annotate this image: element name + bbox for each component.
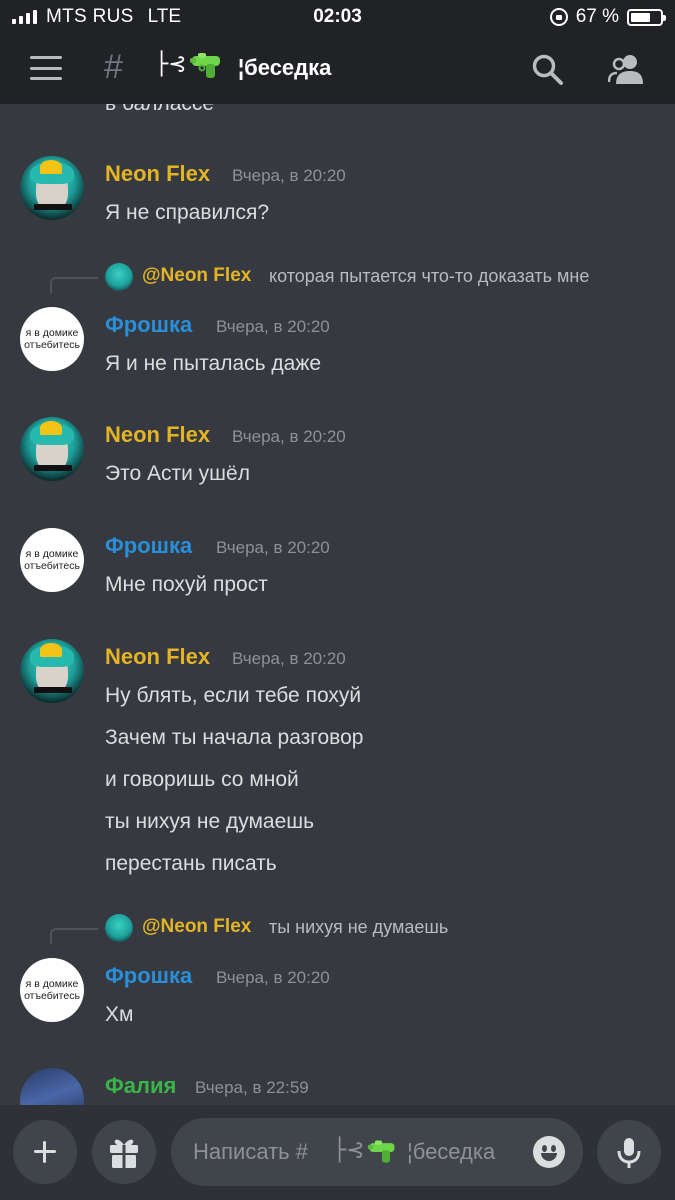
message-timestamp: Вчера, в 20:20 [232, 166, 346, 185]
input-placeholder: Написать # [193, 1139, 308, 1164]
channel-name: ¦беседка [238, 55, 332, 80]
hamburger-menu-icon[interactable] [30, 56, 62, 80]
message-text: Я не справился? [105, 201, 270, 224]
avatar-text: отъебитесь [24, 339, 80, 351]
input-placeholder-prefix: ├⊰ [333, 1138, 365, 1163]
reply-preview[interactable]: @Neon Flex ты нихуя не думаешь [0, 914, 675, 944]
message-text: Мне похуй прост [105, 573, 268, 596]
battery-icon [627, 8, 666, 26]
reply-spine [50, 928, 98, 944]
avatar[interactable] [20, 156, 84, 220]
members-icon[interactable] [608, 52, 644, 86]
reply-text: ты нихуя не думаешь [269, 917, 449, 937]
status-bar: MTS RUS LTE 02:03 67 % [0, 0, 675, 34]
battery-percent: 67 % [575, 6, 619, 27]
message-text: Хм [105, 1003, 134, 1026]
microphone-icon[interactable] [597, 1120, 661, 1184]
message-timestamp: Вчера, в 20:20 [232, 427, 346, 446]
message-list[interactable]: в баллассе Neon Flex Вчера, в 20:20 Я не… [0, 104, 675, 1105]
avatar[interactable] [20, 417, 84, 481]
message-author[interactable]: Фалия [105, 1073, 176, 1099]
water-pistol-icon [190, 53, 220, 78]
channel-prefix: ├⊰ [155, 52, 187, 77]
emoji-icon[interactable] [533, 1136, 565, 1168]
water-pistol-icon [367, 1140, 395, 1163]
reply-mention[interactable]: @Neon Flex [142, 916, 251, 938]
avatar[interactable] [20, 1068, 84, 1105]
message-author[interactable]: Neon Flex [105, 161, 210, 187]
message-timestamp: Вчера, в 20:20 [232, 649, 346, 668]
avatar[interactable]: я в домике отъебитесь [20, 528, 84, 592]
channel-header: # ├⊰ ¦беседка [0, 34, 675, 104]
message-text: Это Асти ушёл [105, 462, 250, 485]
reply-preview[interactable]: @Neon Flex которая пытается что-то доказ… [0, 263, 675, 293]
avatar[interactable] [20, 639, 84, 703]
avatar-text: я в домике [25, 978, 79, 990]
channel-hash-icon: # [104, 48, 123, 86]
avatar-text: отъебитесь [24, 990, 80, 1002]
message-input[interactable]: Написать # ├⊰ ¦беседка [171, 1118, 583, 1186]
message-text: Я и не пыталась даже [105, 352, 322, 375]
message-text: Ну блять, если тебе похуй [105, 684, 362, 707]
plus-icon[interactable] [13, 1120, 77, 1184]
message-timestamp: Вчера, в 20:20 [216, 968, 330, 987]
avatar[interactable]: я в домике отъебитесь [20, 307, 84, 371]
rotation-lock-icon [549, 8, 568, 26]
message-text: и говоришь со мной [105, 768, 299, 791]
reply-text: которая пытается что-то доказать мне [269, 266, 590, 286]
reply-spine [50, 277, 98, 293]
message-timestamp: Вчера, в 20:20 [216, 317, 330, 336]
message-text: перестань писать [105, 852, 277, 875]
avatar-text: отъебитесь [24, 560, 80, 572]
message-text: ты нихуя не думаешь [105, 810, 315, 833]
message-timestamp: Вчера, в 22:59 [195, 1078, 309, 1097]
message-text: Зачем ты начала разговор [105, 726, 364, 749]
reply-avatar [105, 914, 133, 942]
reply-avatar [105, 263, 133, 291]
input-placeholder-channel: ¦беседка [407, 1139, 496, 1164]
search-icon[interactable] [530, 52, 564, 86]
gift-icon[interactable] [92, 1120, 156, 1184]
message-text: в баллассе [105, 104, 214, 116]
reply-mention[interactable]: @Neon Flex [142, 265, 251, 287]
avatar-text: я в домике [25, 548, 79, 560]
message-author[interactable]: Neon Flex [105, 422, 210, 448]
message-composer: Написать # ├⊰ ¦беседка [0, 1105, 675, 1200]
avatar[interactable]: я в домике отъебитесь [20, 958, 84, 1022]
message-author[interactable]: Neon Flex [105, 644, 210, 670]
avatar-text: я в домике [25, 327, 79, 339]
message-timestamp: Вчера, в 20:20 [216, 538, 330, 557]
message-author[interactable]: Фрошка [105, 963, 192, 989]
message-author[interactable]: Фрошка [105, 312, 192, 338]
message-author[interactable]: Фрошка [105, 533, 192, 559]
